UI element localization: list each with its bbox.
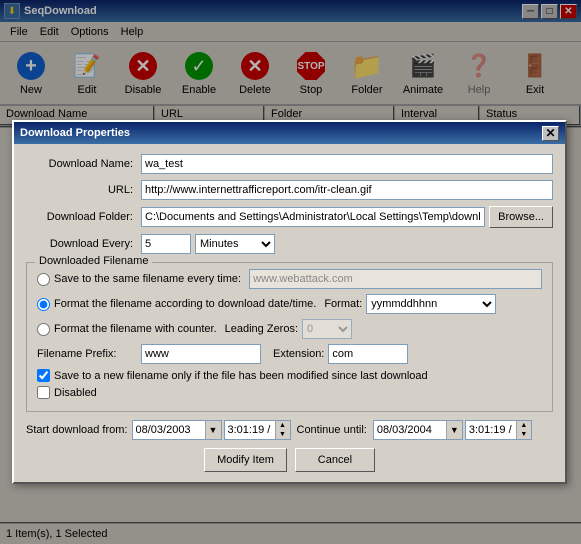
prefix-input[interactable]: [141, 344, 261, 364]
modify-button[interactable]: Modify Item: [204, 448, 287, 472]
radio2-label: Format the filename according to downloa…: [54, 298, 316, 310]
cancel-button[interactable]: Cancel: [295, 448, 375, 472]
radio2-format-date[interactable]: [37, 298, 50, 311]
dialog-title-bar: Download Properties ✕: [14, 122, 565, 144]
end-date-input[interactable]: [374, 423, 446, 437]
dates-row: Start download from: ▼ ▲ ▼ Continue unti…: [26, 420, 553, 440]
radio3-label: Format the filename with counter.: [54, 323, 217, 335]
url-label: URL:: [26, 184, 141, 196]
zeros-select[interactable]: 0 1 2: [302, 319, 352, 339]
dialog-title-text: Download Properties: [20, 127, 542, 139]
disabled-checkbox[interactable]: [37, 386, 50, 399]
start-date-input[interactable]: [133, 423, 205, 437]
end-date-combo[interactable]: ▼: [373, 420, 463, 440]
dialog-body: Download Name: URL: Download Folder: Bro…: [14, 144, 565, 482]
start-time-up[interactable]: ▲: [276, 421, 290, 430]
format-label: Format:: [324, 298, 362, 310]
interval-select[interactable]: Minutes Hours Days: [195, 234, 275, 254]
end-time-up[interactable]: ▲: [517, 421, 531, 430]
radio2-section: Format the filename according to downloa…: [37, 294, 542, 314]
end-time-down[interactable]: ▼: [517, 430, 531, 439]
every-label: Download Every:: [26, 238, 141, 250]
url-row: URL:: [26, 180, 553, 200]
end-time-input[interactable]: [466, 423, 516, 437]
start-date-combo[interactable]: ▼: [132, 420, 222, 440]
url-input[interactable]: [141, 180, 553, 200]
modified-checkbox[interactable]: [37, 369, 50, 382]
end-time-combo[interactable]: ▲ ▼: [465, 420, 532, 440]
start-label: Start download from:: [26, 424, 128, 436]
browse-button[interactable]: Browse...: [489, 206, 553, 228]
prefix-row: Filename Prefix: Extension:: [37, 344, 542, 364]
download-name-input[interactable]: [141, 154, 553, 174]
zeros-label: Leading Zeros:: [225, 323, 298, 335]
radio1-same-filename[interactable]: [37, 273, 50, 286]
checkbox1-row: Save to a new filename only if the file …: [37, 369, 542, 382]
radio1-label: Save to the same filename every time:: [54, 273, 241, 285]
modified-label: Save to a new filename only if the file …: [54, 370, 428, 382]
action-buttons: Modify Item Cancel: [26, 448, 553, 472]
radio1-row: Save to the same filename every time:: [37, 269, 542, 289]
filename-group: Downloaded Filename Save to the same fil…: [26, 262, 553, 412]
disabled-label: Disabled: [54, 387, 97, 399]
prefix-label: Filename Prefix:: [37, 348, 137, 360]
dialog-close-button[interactable]: ✕: [542, 126, 559, 141]
extension-input[interactable]: [328, 344, 408, 364]
end-time-spin: ▲ ▼: [516, 421, 531, 439]
download-name-row: Download Name:: [26, 154, 553, 174]
start-time-down[interactable]: ▼: [276, 430, 290, 439]
checkbox2-row: Disabled: [37, 386, 542, 399]
filename-group-title: Downloaded Filename: [35, 255, 152, 267]
radio2-row: Format the filename according to downloa…: [37, 294, 542, 314]
folder-label: Download Folder:: [26, 211, 141, 223]
extension-label: Extension:: [273, 348, 324, 360]
every-input[interactable]: [141, 234, 191, 254]
radio3-counter[interactable]: [37, 323, 50, 336]
start-time-input[interactable]: [225, 423, 275, 437]
same-filename-input[interactable]: [249, 269, 542, 289]
download-every-row: Download Every: Minutes Hours Days: [26, 234, 553, 254]
radio3-row: Format the filename with counter. Leadin…: [37, 319, 542, 339]
continue-label: Continue until:: [297, 424, 367, 436]
download-properties-dialog: Download Properties ✕ Download Name: URL…: [12, 120, 567, 484]
folder-input[interactable]: [141, 207, 485, 227]
start-time-combo[interactable]: ▲ ▼: [224, 420, 291, 440]
end-date-arrow[interactable]: ▼: [446, 421, 462, 439]
folder-row: Download Folder: Browse...: [26, 206, 553, 228]
download-name-label: Download Name:: [26, 158, 141, 170]
format-select[interactable]: yymmddhhnn yyyymmddhhnn mmddyy: [366, 294, 496, 314]
start-time-spin: ▲ ▼: [275, 421, 290, 439]
start-date-arrow[interactable]: ▼: [205, 421, 221, 439]
